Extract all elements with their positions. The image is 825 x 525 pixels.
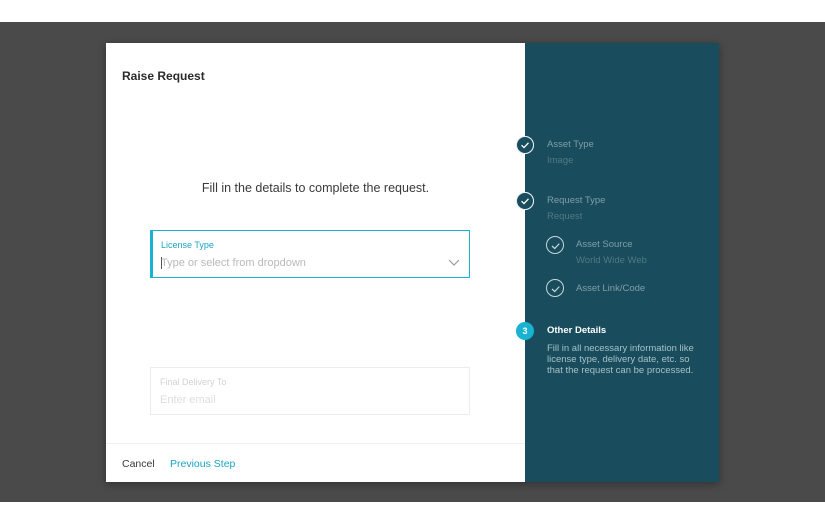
- step-number-badge: 3: [516, 322, 534, 340]
- step-request-type-title: Request Type: [547, 195, 606, 206]
- previous-step-button[interactable]: Previous Step: [170, 458, 235, 470]
- form-headline: Fill in the details to complete the requ…: [201, 181, 430, 195]
- license-type-label: License Type: [161, 240, 214, 250]
- chevron-down-icon[interactable]: [447, 255, 461, 269]
- step-asset-source-value: World Wide Web: [576, 255, 647, 266]
- step-asset-type-value: Image: [547, 155, 574, 166]
- license-type-field[interactable]: License Type: [150, 230, 470, 278]
- text-cursor: [161, 257, 162, 269]
- cancel-button[interactable]: Cancel: [122, 458, 155, 470]
- raise-request-modal: Raise Request Fill in the details to com…: [106, 43, 719, 482]
- final-delivery-input[interactable]: [160, 392, 440, 408]
- step-asset-type-title: Asset Type: [547, 139, 594, 150]
- modal-title: Raise Request: [122, 69, 205, 83]
- check-icon: [546, 279, 564, 297]
- steps-sidebar: Asset Type Image Request Type Request As…: [516, 43, 719, 482]
- step-other-details-title: Other Details: [547, 325, 607, 336]
- modal-footer: Cancel Previous Step: [106, 443, 525, 483]
- form-panel: Raise Request Fill in the details to com…: [106, 43, 525, 482]
- check-icon: [516, 136, 534, 154]
- check-icon: [516, 192, 534, 210]
- license-type-input[interactable]: [161, 255, 441, 271]
- final-delivery-label: Final Delivery To: [160, 377, 227, 387]
- step-other-details-description: Fill in all necessary information like l…: [547, 343, 694, 376]
- final-delivery-field[interactable]: Final Delivery To: [150, 367, 470, 415]
- step-asset-source-title: Asset Source: [576, 239, 633, 250]
- check-icon: [546, 236, 564, 254]
- step-asset-link-title: Asset Link/Code: [576, 283, 646, 294]
- step-request-type-value: Request: [547, 211, 583, 222]
